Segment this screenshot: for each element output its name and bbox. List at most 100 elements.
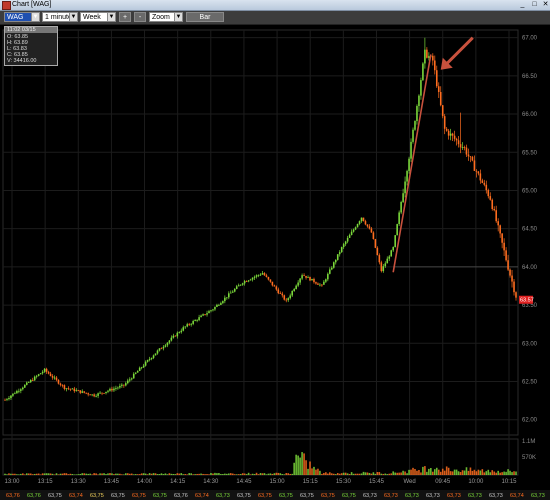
chevron-down-icon[interactable]: ▼ xyxy=(69,13,77,21)
candle-body xyxy=(27,382,30,383)
range-select[interactable]: Week ▼ xyxy=(80,12,116,22)
candle-body xyxy=(239,284,242,286)
app-icon xyxy=(2,1,11,10)
volume-bar xyxy=(212,473,214,475)
volume-bar xyxy=(261,473,264,475)
candle-body xyxy=(307,276,309,278)
volume-bar xyxy=(267,473,270,475)
candle-body xyxy=(424,49,426,64)
candle-body xyxy=(214,306,216,310)
volume-bar xyxy=(441,468,444,475)
zoom-value: Zoom xyxy=(152,14,170,21)
candle-body xyxy=(475,170,478,172)
volume-bar xyxy=(340,473,343,475)
volume-bar xyxy=(182,474,185,475)
candle-body xyxy=(245,281,248,282)
volume-bar xyxy=(65,473,68,475)
volume-bar xyxy=(394,472,396,475)
candle-body xyxy=(338,252,341,255)
candle-body xyxy=(428,56,430,58)
x-tick-label: 15:30 xyxy=(336,479,352,485)
volume-bar xyxy=(245,474,248,475)
candle-body xyxy=(293,288,295,292)
ticker-price: 63,73 xyxy=(405,493,419,499)
candle-body xyxy=(386,258,389,264)
volume-bar xyxy=(164,473,167,475)
zoom-in-button[interactable]: + xyxy=(119,12,131,22)
candle-body xyxy=(390,250,393,257)
candle-body xyxy=(437,86,440,92)
close-icon[interactable]: ✕ xyxy=(541,1,550,8)
candle-body xyxy=(297,282,299,286)
candle-body xyxy=(463,147,466,148)
ticker-price: 63,75 xyxy=(258,493,272,499)
volume-bar xyxy=(178,473,181,475)
candle-body xyxy=(408,158,410,171)
candle-body xyxy=(311,278,313,281)
candle-body xyxy=(435,70,438,87)
volume-bar xyxy=(493,471,496,475)
volume-bar xyxy=(342,472,345,475)
volume-bar xyxy=(301,452,303,475)
maximize-icon[interactable]: □ xyxy=(530,1,539,8)
symbol-input[interactable]: WAG ▼ xyxy=(4,12,40,22)
candle-body xyxy=(313,278,315,283)
volume-bar xyxy=(123,474,125,475)
volume-bar xyxy=(73,474,76,475)
candle-body xyxy=(354,227,357,230)
volume-bar xyxy=(422,466,424,475)
candle-body xyxy=(329,269,331,274)
candle-body xyxy=(487,190,490,197)
candle-body xyxy=(156,350,159,354)
volume-bar xyxy=(356,473,359,475)
chevron-down-icon[interactable]: ▼ xyxy=(107,13,115,21)
volume-bar xyxy=(89,473,91,475)
candle-body xyxy=(499,225,501,234)
volume-bar xyxy=(119,473,121,475)
volume-bar xyxy=(174,474,177,475)
price-chart[interactable]: 62.00 62.50 63.00 63.50 64.00 64.50 65.00 65.50… xyxy=(0,25,550,500)
candle-body xyxy=(269,279,272,282)
volume-bar xyxy=(87,473,89,475)
candle-body xyxy=(283,295,286,300)
candle-body xyxy=(372,232,375,240)
x-tick-label: 13:00 xyxy=(4,479,20,485)
candle-body xyxy=(358,221,361,225)
range-value: Week xyxy=(83,14,101,21)
y-tick-label: 62.50 xyxy=(522,380,538,386)
candle-body xyxy=(396,224,398,236)
volume-bar xyxy=(196,473,198,475)
candle-body xyxy=(184,326,187,328)
candle-body xyxy=(206,313,208,315)
volume-bar xyxy=(382,473,385,475)
volume-tick-label: 570K xyxy=(522,455,536,461)
candle-body xyxy=(160,348,163,350)
candle-body xyxy=(117,387,119,389)
volume-bar xyxy=(229,473,232,475)
volume-bar xyxy=(103,473,105,475)
chart-area[interactable]: 62.00 62.50 63.00 63.50 64.00 64.50 65.00 65.50… xyxy=(0,25,550,500)
volume-bar xyxy=(83,473,86,475)
candle-body xyxy=(97,393,99,396)
volume-bar xyxy=(25,473,28,475)
volume-bar xyxy=(37,473,40,475)
minimize-icon[interactable]: _ xyxy=(518,1,527,8)
candle-body xyxy=(192,321,194,324)
volume-bar xyxy=(43,473,46,475)
candle-body xyxy=(121,384,123,386)
volume-bar xyxy=(473,469,476,475)
chevron-down-icon[interactable]: ▼ xyxy=(174,13,182,21)
volume-bar xyxy=(31,474,34,475)
volume-bar xyxy=(451,471,454,475)
y-tick-label: 66.00 xyxy=(522,112,538,118)
interval-select[interactable]: 1 minute ▼ xyxy=(42,12,78,22)
zoom-out-button[interactable]: - xyxy=(134,12,146,22)
candle-body xyxy=(501,233,503,243)
bar-type-button[interactable]: Bar xyxy=(186,12,224,22)
volume-bar xyxy=(479,470,482,475)
chevron-down-icon[interactable]: ▼ xyxy=(31,13,39,21)
candle-body xyxy=(188,324,190,326)
volume-bar xyxy=(45,473,48,475)
candle-body xyxy=(39,373,42,375)
zoom-select[interactable]: Zoom ▼ xyxy=(149,12,183,22)
